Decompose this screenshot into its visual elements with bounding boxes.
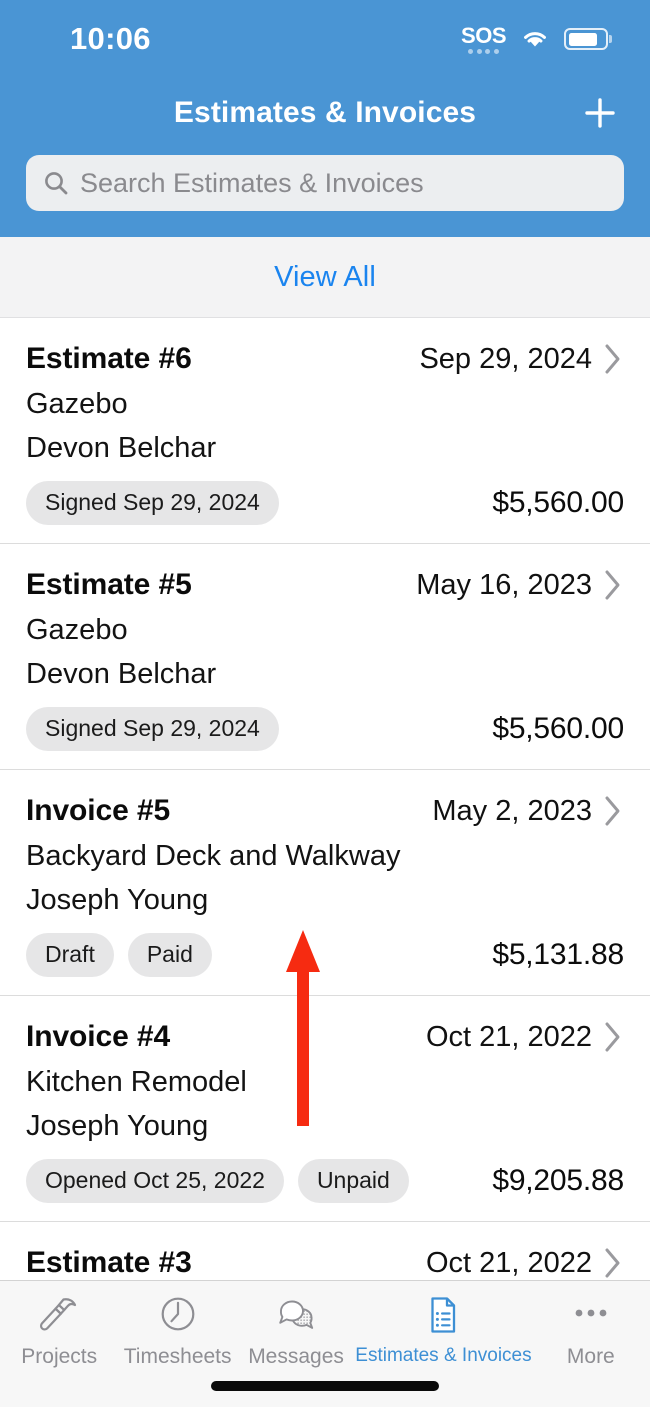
list-item-meta: Sep 29, 2024 (419, 342, 624, 376)
list-item-project: Backyard Deck and Walkway (26, 839, 401, 872)
list-item-title: Invoice #5 (26, 793, 171, 827)
list-item-customer: Joseph Young (26, 1110, 209, 1143)
list-item-footer: Draft Paid $5,131.88 (26, 932, 624, 977)
list-item-header: Estimate #3 Oct 21, 2022 (26, 1246, 624, 1280)
search-bar[interactable] (26, 155, 624, 211)
list-item-meta: Oct 21, 2022 (426, 1020, 624, 1054)
status-badge: Draft (26, 932, 114, 977)
chevron-right-icon (605, 1022, 620, 1052)
navigation-bar: Estimates & Invoices (0, 78, 650, 148)
page-title: Estimates & Invoices (173, 96, 477, 129)
status-badge: Paid (127, 932, 212, 977)
chevron-right-icon (605, 1248, 620, 1278)
list-item-amount: $5,560.00 (492, 711, 624, 745)
list-item-header: Estimate #6 Sep 29, 2024 (26, 342, 624, 376)
list-item-footer: Opened Oct 25, 2022 Unpaid $9,205.88 (26, 1158, 624, 1203)
tab-bar-items: Projects Timesheets Messages Estimates &… (0, 1281, 650, 1379)
list-item-footer: Signed Sep 29, 2024 $5,560.00 (26, 480, 624, 525)
list-item-footer: Signed Sep 29, 2024 $5,560.00 (26, 706, 624, 751)
list-item-customer: Devon Belchar (26, 658, 217, 691)
list-item-title: Estimate #6 (26, 342, 192, 375)
list-item-meta: May 2, 2023 (432, 794, 624, 828)
list-item-amount: $9,205.88 (492, 1163, 624, 1197)
home-indicator (211, 1381, 439, 1391)
tab-bar: Projects Timesheets Messages Estimates &… (0, 1280, 650, 1407)
tab-label: More (566, 1345, 615, 1368)
list-item-date: May 16, 2023 (416, 568, 592, 601)
list-item-date: Sep 29, 2024 (419, 342, 592, 375)
view-all-link[interactable]: View All (274, 261, 376, 294)
status-bar-clock: 10:06 (70, 21, 151, 56)
list-item-title: Invoice #4 (26, 1019, 171, 1053)
status-badge: Signed Sep 29, 2024 (26, 480, 279, 525)
list-item-header: Invoice #4 Oct 21, 2022 (26, 1020, 624, 1054)
ellipsis-icon (568, 1291, 614, 1339)
status-badge: Opened Oct 25, 2022 (26, 1158, 284, 1203)
estimates-invoices-list[interactable]: Estimate #6 Sep 29, 2024 Gazebo Devon Be… (0, 318, 650, 1280)
phone-screen: 10:06 SOS Estimates & Invoices Search Es… (0, 0, 650, 1407)
tab-label: Projects (21, 1345, 98, 1368)
tab-timesheets[interactable]: Timesheets (118, 1281, 236, 1379)
list-item[interactable]: Invoice #4 Oct 21, 2022 Kitchen Remodel … (0, 995, 650, 1222)
search-icon (45, 172, 68, 195)
status-badges: Draft Paid (26, 932, 212, 977)
list-item-title: Estimate #5 (26, 567, 192, 601)
list-item-date: Oct 21, 2022 (425, 1246, 592, 1279)
status-badges: Signed Sep 29, 2024 (26, 706, 279, 751)
search-input[interactable] (80, 155, 608, 211)
list-item[interactable]: Estimate #3 Oct 21, 2022 (0, 1221, 650, 1280)
list-item-amount: $5,560.00 (492, 485, 624, 519)
tab-label: Timesheets (123, 1345, 232, 1368)
list-item-date: May 2, 2023 (432, 794, 592, 827)
status-bar: 10:06 SOS (0, 0, 650, 72)
list-item-project: Kitchen Remodel (26, 1065, 247, 1098)
view-all-band: View All (0, 237, 650, 318)
tab-label: Messages (248, 1345, 344, 1368)
list-item-customer: Joseph Young (26, 884, 209, 917)
sos-label: SOS (461, 22, 506, 48)
list-item-project: Gazebo (26, 388, 128, 420)
tab-label: Estimates & Invoices (355, 1345, 532, 1366)
sos-indicator: SOS (461, 22, 506, 54)
list-item[interactable]: Invoice #5 May 2, 2023 Backyard Deck and… (0, 769, 650, 996)
list-item-customer: Devon Belchar (26, 432, 217, 465)
list-item-project: Gazebo (26, 613, 128, 646)
signal-dots-icon (468, 48, 499, 54)
list-item[interactable]: Estimate #5 May 16, 2023 Gazebo Devon Be… (0, 543, 650, 770)
tab-more[interactable]: More (532, 1281, 650, 1379)
list-item-meta: May 16, 2023 (416, 568, 624, 602)
document-list-icon (420, 1291, 466, 1339)
list-item-header: Invoice #5 May 2, 2023 (26, 794, 624, 828)
list-item-header: Estimate #5 May 16, 2023 (26, 568, 624, 602)
battery-icon (564, 28, 608, 50)
chevron-right-icon (605, 570, 620, 600)
add-button[interactable] (572, 85, 628, 141)
tab-estimates-invoices[interactable]: Estimates & Invoices (355, 1281, 532, 1379)
status-badge: Signed Sep 29, 2024 (26, 706, 279, 751)
wifi-icon (524, 32, 546, 47)
list-item-amount: $5,131.88 (492, 937, 624, 971)
tab-projects[interactable]: Projects (0, 1281, 118, 1379)
tab-messages[interactable]: Messages (237, 1281, 355, 1379)
hammer-icon (36, 1291, 82, 1339)
chat-bubbles-icon (273, 1291, 319, 1339)
list-item-date: Oct 21, 2022 (425, 1020, 592, 1053)
status-badges: Signed Sep 29, 2024 (26, 480, 279, 525)
list-item-meta: Oct 21, 2022 (426, 1246, 624, 1280)
list-item-title: Estimate #3 (26, 1245, 192, 1279)
status-bar-indicators: SOS (461, 19, 620, 54)
status-badges: Opened Oct 25, 2022 Unpaid (26, 1158, 409, 1203)
status-badge: Unpaid (297, 1158, 409, 1203)
app-header: 10:06 SOS Estimates & Invoices (0, 0, 650, 237)
plus-icon (585, 98, 615, 128)
clock-icon (155, 1291, 201, 1339)
chevron-right-icon (605, 796, 620, 826)
list-item[interactable]: Estimate #6 Sep 29, 2024 Gazebo Devon Be… (0, 318, 650, 544)
chevron-right-icon (605, 344, 620, 374)
